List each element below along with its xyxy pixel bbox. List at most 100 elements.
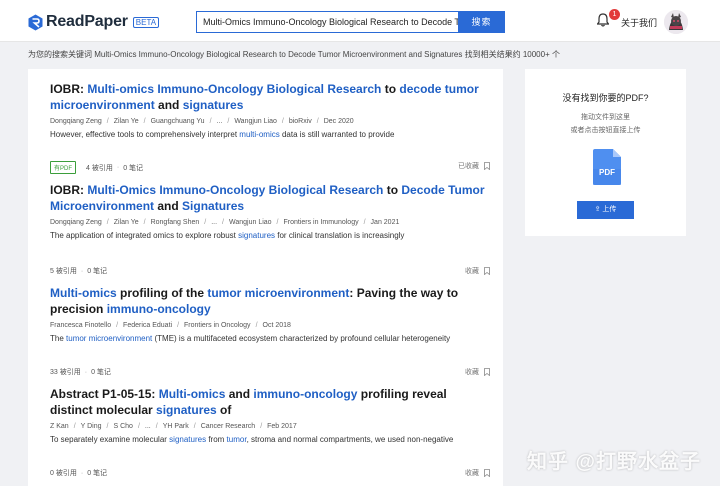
snippet-text: , stroma and normal compartments, we use… (247, 435, 454, 444)
meta-field[interactable]: Dec 2020 (324, 118, 354, 125)
save-button[interactable]: 已收藏 (458, 161, 490, 171)
meta-separator: / (222, 219, 224, 226)
title-keyword-highlight: signatures (156, 403, 217, 417)
bell-icon[interactable] (597, 13, 609, 27)
snippet-keyword-highlight: signatures (238, 231, 275, 240)
meta-field[interactable]: ... (217, 118, 223, 125)
meta-separator: / (256, 322, 258, 329)
pdf-icon-label: PDF (599, 168, 615, 177)
meta-field[interactable]: Frontiers in Oncology (184, 322, 251, 329)
citation-count[interactable]: 33 被引用 (50, 367, 81, 377)
title-text: to (383, 183, 401, 197)
has-pdf-tag[interactable]: 有PDF (50, 161, 76, 174)
title-keyword-highlight: Multi-omics Immuno-Oncology Biological R… (87, 82, 381, 96)
meta-field[interactable]: Jan 2021 (371, 219, 400, 226)
meta-field[interactable]: Zilan Ye (114, 118, 139, 125)
save-button[interactable]: 收藏 (465, 367, 490, 377)
meta-field[interactable]: bioRxiv (289, 118, 312, 125)
save-label: 收藏 (465, 367, 479, 377)
save-label: 收藏 (465, 266, 479, 276)
upload-button-label: 上传 (602, 206, 616, 213)
result-snippet: However, effective tools to comprehensiv… (50, 130, 490, 139)
meta-field[interactable]: Wangjun Liao (234, 118, 277, 125)
title-text: IOBR: (50, 82, 87, 96)
stats-separator: · (81, 470, 83, 477)
meta-field[interactable]: Wangjun Liao (229, 219, 272, 226)
meta-separator: / (107, 423, 109, 430)
note-count[interactable]: 0 笔记 (87, 266, 107, 276)
meta-field[interactable]: Y Ding (81, 423, 102, 430)
citation-count[interactable]: 4 被引用 (86, 163, 113, 173)
meta-field[interactable]: Z Kan (50, 423, 69, 430)
note-count[interactable]: 0 笔记 (91, 367, 111, 377)
readpaper-logo[interactable]: ReadPaper BETA (28, 13, 159, 31)
meta-separator: / (364, 219, 366, 226)
snippet-keyword-highlight: tumor microenvironment (66, 334, 152, 343)
snippet-text: for clinical translation is increasingly (275, 231, 404, 240)
result-item[interactable]: IOBR: Multi-Omics Immuno-Oncology Biolog… (50, 182, 490, 240)
title-keyword-highlight: signatures (183, 98, 244, 112)
meta-field[interactable]: Dongqiang Zeng (50, 118, 102, 125)
avatar[interactable] (664, 10, 688, 34)
stats-separator: · (81, 268, 83, 275)
result-title[interactable]: IOBR: Multi-omics Immuno-Oncology Biolog… (50, 81, 490, 113)
save-button[interactable]: 收藏 (465, 266, 490, 276)
meta-field[interactable]: ... (211, 219, 217, 226)
result-meta: Francesca Finotello/Federica Eduati/Fron… (50, 322, 490, 329)
upload-title: 没有找到你要的PDF? (525, 91, 686, 104)
title-text: to (381, 82, 399, 96)
meta-field[interactable]: S Cho (113, 423, 132, 430)
upload-button[interactable]: ⇪ 上传 (577, 201, 634, 219)
stats-separator: · (85, 369, 87, 376)
about-link[interactable]: 关于我们 (621, 16, 657, 29)
upload-panel[interactable]: 没有找到你要的PDF? 拖动文件到这里 或者点击按钮直接上传 PDF ⇪ 上传 (525, 69, 686, 236)
title-keyword-highlight: immuno-oncology (253, 387, 357, 401)
meta-field[interactable]: Rongfang Shen (151, 219, 200, 226)
meta-separator: / (317, 118, 319, 125)
meta-separator: / (260, 423, 262, 430)
citation-count[interactable]: 5 被引用 (50, 266, 77, 276)
logo-text: ReadPaper (46, 13, 128, 31)
title-keyword-highlight: Multi-omics (50, 286, 117, 300)
result-stats: 有PDF 4 被引用 · 0 笔记 (50, 161, 143, 174)
result-title[interactable]: Abstract P1-05-15: Multi-omics and immun… (50, 386, 490, 418)
save-label: 已收藏 (458, 161, 479, 171)
result-item[interactable]: IOBR: Multi-omics Immuno-Oncology Biolog… (50, 81, 490, 139)
snippet-text: from (206, 435, 226, 444)
result-stats: 0 被引用 · 0 笔记 (50, 468, 107, 478)
meta-field[interactable]: ... (145, 423, 151, 430)
result-item[interactable]: Multi-omics profiling of the tumor micro… (50, 285, 490, 343)
title-keyword-highlight: tumor microenvironment (207, 286, 349, 300)
title-text: profiling of the (117, 286, 208, 300)
meta-field[interactable]: Cancer Research (201, 423, 255, 430)
meta-field[interactable]: Federica Eduati (123, 322, 172, 329)
search-button[interactable]: 搜索 (458, 11, 505, 33)
title-keyword-highlight: Signatures (182, 199, 244, 213)
meta-field[interactable]: Dongqiang Zeng (50, 219, 102, 226)
meta-field[interactable]: Feb 2017 (267, 423, 297, 430)
meta-field[interactable]: Francesca Finotello (50, 322, 111, 329)
notification-badge: 1 (609, 9, 620, 20)
meta-separator: / (107, 219, 109, 226)
result-stats: 33 被引用 · 0 笔记 (50, 367, 111, 377)
title-text: IOBR: (50, 183, 87, 197)
result-item[interactable]: Abstract P1-05-15: Multi-omics and immun… (50, 386, 490, 444)
stats-separator: · (117, 164, 119, 171)
meta-field[interactable]: Zilan Ye (114, 219, 139, 226)
citation-count[interactable]: 0 被引用 (50, 468, 77, 478)
note-count[interactable]: 0 笔记 (123, 163, 143, 173)
result-meta: Dongqiang Zeng/Zilan Ye/Guangchuang Yu/.… (50, 118, 490, 125)
note-count[interactable]: 0 笔记 (87, 468, 107, 478)
search-input[interactable]: Multi-Omics Immuno-Oncology Biological R… (196, 11, 458, 33)
logo-icon (28, 14, 43, 31)
meta-field[interactable]: Oct 2018 (263, 322, 291, 329)
result-title[interactable]: Multi-omics profiling of the tumor micro… (50, 285, 490, 317)
meta-separator: / (194, 423, 196, 430)
result-title[interactable]: IOBR: Multi-Omics Immuno-Oncology Biolog… (50, 182, 490, 214)
meta-field[interactable]: YH Park (163, 423, 189, 430)
pdf-file-icon: PDF (593, 149, 621, 185)
beta-badge: BETA (133, 17, 159, 28)
meta-field[interactable]: Guangchuang Yu (151, 118, 205, 125)
meta-field[interactable]: Frontiers in Immunology (284, 219, 359, 226)
save-button[interactable]: 收藏 (465, 468, 490, 478)
